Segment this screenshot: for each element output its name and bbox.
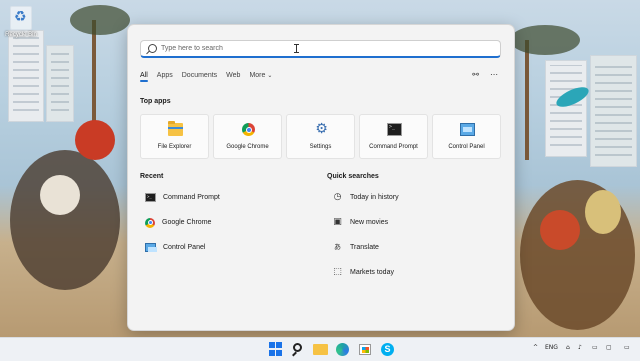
tray-overflow-chevron-icon[interactable]: ^ (533, 344, 538, 351)
top-app-settings[interactable]: ⚙ Settings (286, 114, 355, 159)
tab-all[interactable]: All (140, 72, 148, 82)
list-item-label: Markets today (350, 269, 394, 276)
volume-icon[interactable]: ♪ (578, 344, 582, 351)
file-explorer-icon[interactable] (313, 344, 328, 355)
text-cursor-icon (294, 44, 299, 53)
top-app-label: Settings (309, 144, 332, 150)
top-app-command-prompt[interactable]: Command Prompt (359, 114, 428, 159)
quick-item-markets-today[interactable]: ⬚ Markets today (332, 260, 502, 285)
settings-gear-icon: ⚙ (315, 121, 328, 137)
notification-icon[interactable]: ▢ (606, 344, 612, 351)
building-shape (46, 45, 74, 122)
tab-documents[interactable]: Documents (182, 72, 217, 79)
recent-list: Command Prompt Google Chrome Control Pan… (145, 185, 315, 260)
chrome-icon (242, 123, 255, 136)
quick-item-new-movies[interactable]: ▣ New movies (332, 210, 502, 235)
search-input[interactable] (161, 42, 481, 55)
creature-shape (540, 210, 580, 250)
top-app-google-chrome[interactable]: Google Chrome (213, 114, 282, 159)
edge-icon[interactable] (336, 343, 349, 356)
search-icon (148, 44, 157, 53)
panel-header-actions: ⚯ ⋯ (472, 70, 498, 79)
quick-searches-heading: Quick searches (327, 173, 379, 180)
recent-item-google-chrome[interactable]: Google Chrome (145, 210, 315, 235)
quick-item-translate[interactable]: あ Translate (332, 235, 502, 260)
building-shape (590, 55, 637, 167)
top-apps-heading: Top apps (140, 98, 171, 105)
taskbar: S ^ ENG ⌂ ♪ ▭ ▢ ▭ (0, 337, 640, 361)
store-icon[interactable] (359, 344, 371, 355)
top-app-label: Google Chrome (226, 144, 269, 150)
control-panel-icon (145, 243, 157, 252)
command-prompt-icon (387, 123, 402, 136)
recent-heading: Recent (140, 173, 164, 180)
skype-icon[interactable]: S (381, 343, 394, 356)
top-app-control-panel[interactable]: Control Panel (432, 114, 501, 159)
search-filter-tabs: All Apps Documents Web More ⌄ (140, 72, 281, 82)
recycle-bin-label: Recycle Bin (5, 32, 37, 38)
list-item-label: Translate (350, 244, 379, 251)
recent-item-control-panel[interactable]: Control Panel (145, 235, 315, 260)
list-item-label: Control Panel (163, 244, 206, 251)
chevron-down-icon: ⌄ (267, 72, 273, 79)
search-icon[interactable] (293, 343, 302, 352)
foliage-shape (510, 25, 580, 55)
list-item-label: Command Prompt (163, 194, 220, 201)
more-ellipsis-icon[interactable]: ⋯ (490, 70, 498, 79)
show-desktop-icon[interactable]: ▭ (624, 344, 630, 351)
chart-icon: ⬚ (333, 267, 342, 277)
search-panel: All Apps Documents Web More⌄ ⚯ ⋯ Top app… (127, 24, 515, 331)
top-apps-row: File Explorer Google Chrome ⚙ Settings C… (140, 114, 501, 159)
tab-more-label: More (249, 72, 266, 79)
quick-item-today-in-history[interactable]: ◷ Today in history (332, 185, 502, 210)
chrome-icon (145, 217, 155, 228)
top-app-label: Control Panel (448, 144, 485, 150)
palm-trunk (525, 40, 529, 160)
tab-web[interactable]: Web (226, 72, 240, 79)
list-item-label: Today in history (350, 194, 399, 201)
file-explorer-icon (168, 121, 183, 136)
network-icon[interactable]: ⌂ (566, 344, 570, 351)
control-panel-icon (460, 123, 475, 136)
recycle-bin-shortcut[interactable]: Recycle Bin (4, 6, 38, 38)
share-network-icon[interactable]: ⚯ (472, 70, 479, 79)
top-app-label: File Explorer (157, 144, 192, 150)
clock-icon: ◷ (333, 192, 342, 202)
building-shape (8, 30, 44, 122)
tab-apps[interactable]: Apps (157, 72, 173, 79)
list-item-label: New movies (350, 219, 389, 226)
creature-shape (40, 175, 80, 215)
list-item-label: Google Chrome (162, 219, 212, 226)
quick-searches-list: ◷ Today in history ▣ New movies あ Transl… (332, 185, 502, 285)
search-box[interactable] (140, 40, 501, 58)
film-icon: ▣ (333, 217, 342, 227)
battery-icon[interactable]: ▭ (592, 344, 598, 351)
creature-shape (10, 150, 120, 290)
top-app-file-explorer[interactable]: File Explorer (140, 114, 209, 159)
creature-shape (75, 120, 115, 160)
translate-icon: あ (334, 243, 341, 251)
command-prompt-icon (145, 193, 156, 202)
windows-start-icon[interactable] (269, 342, 284, 357)
recycle-bin-icon (10, 6, 32, 30)
recent-item-command-prompt[interactable]: Command Prompt (145, 185, 315, 210)
top-app-label: Command Prompt (369, 144, 418, 150)
tab-more[interactable]: More ⌄ (249, 72, 272, 79)
creature-shape (585, 190, 621, 234)
language-indicator[interactable]: ENG (545, 344, 558, 351)
building-shape (545, 60, 587, 157)
foliage-shape (70, 5, 130, 35)
